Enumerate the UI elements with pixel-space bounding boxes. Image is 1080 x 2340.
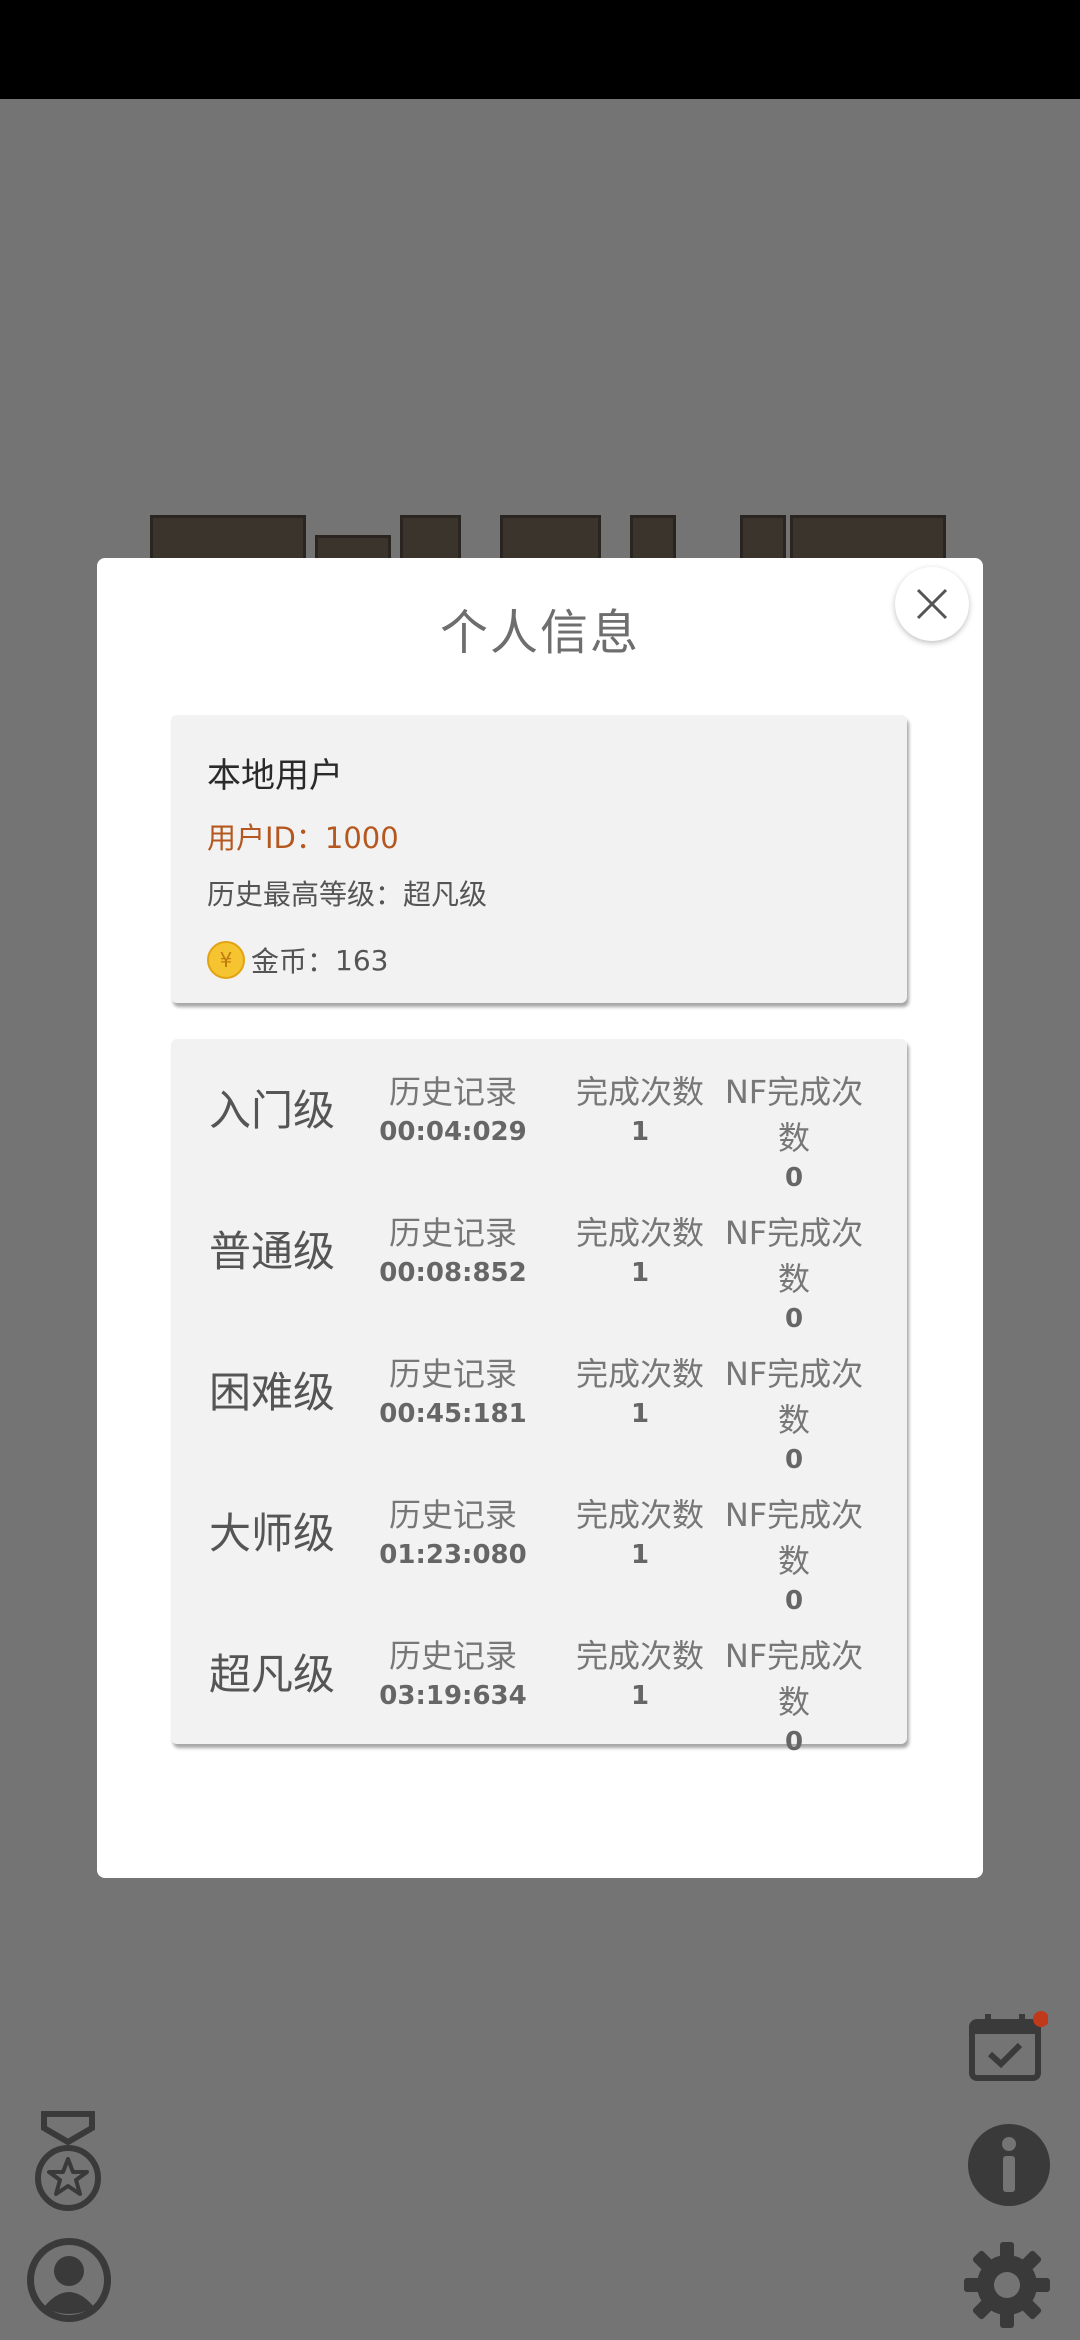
complete-label: 完成次数 (575, 1073, 704, 1111)
profile-button[interactable] (24, 2235, 114, 2329)
dialog-title: 个人信息 (439, 605, 640, 661)
close-icon (916, 588, 948, 620)
coin-icon: ¥ (207, 941, 245, 979)
record-value: 00:08:852 (379, 1258, 527, 1288)
complete-label: 完成次数 (575, 1496, 704, 1534)
record-value: 03:19:634 (379, 1681, 527, 1711)
user-id-label: 用户ID： (207, 821, 325, 855)
coins-label: 金币： (251, 945, 336, 978)
level-name: 大师级 (209, 1509, 336, 1558)
complete-value: 1 (630, 1399, 650, 1429)
record-label: 历史记录 (388, 1496, 517, 1534)
record-value: 01:23:080 (379, 1540, 527, 1570)
user-info-card: 本地用户 用户ID：1000 历史最高等级：超凡级 ¥ 金币： 163 (171, 715, 907, 1003)
record-label: 历史记录 (388, 1637, 517, 1675)
medal-icon (35, 2111, 101, 2211)
nf-complete-label: NF完成次数 (724, 1073, 864, 1157)
user-name: 本地用户 (207, 756, 343, 796)
complete-label: 完成次数 (575, 1355, 704, 1393)
nf-complete-label: NF完成次数 (724, 1214, 864, 1298)
complete-value: 1 (630, 1258, 650, 1288)
nf-complete-label: NF完成次数 (724, 1637, 864, 1721)
best-level-value: 超凡级 (403, 878, 488, 911)
profile-dialog: 个人信息 本地用户 用户ID：1000 历史最高等级：超凡级 ¥ 金币： 163 … (97, 558, 983, 1878)
status-bar (0, 0, 1080, 99)
gear-icon (964, 2242, 1050, 2328)
complete-value: 1 (630, 1117, 650, 1147)
best-level-row: 历史最高等级：超凡级 (207, 873, 487, 913)
user-icon (27, 2238, 111, 2322)
info-icon (968, 2124, 1050, 2206)
stat-row-hard: 困难级 历史记录 00:45:181 完成次数 1 NF完成次数 0 (171, 1321, 907, 1475)
record-label: 历史记录 (388, 1073, 517, 1111)
complete-value: 1 (630, 1681, 650, 1711)
coins-value: 163 (335, 943, 389, 977)
stat-row-beginner: 入门级 历史记录 00:04:029 完成次数 1 NF完成次数 0 (171, 1039, 907, 1193)
user-id-row: 用户ID：1000 (207, 815, 399, 857)
stat-row-master: 大师级 历史记录 01:23:080 完成次数 1 NF完成次数 0 (171, 1462, 907, 1616)
coins-row: ¥ 金币： 163 (207, 940, 388, 980)
complete-value: 1 (630, 1540, 650, 1570)
achievement-button[interactable] (30, 2110, 106, 2218)
complete-label: 完成次数 (575, 1637, 704, 1675)
nf-complete-label: NF完成次数 (724, 1496, 864, 1580)
level-name: 困难级 (209, 1368, 336, 1417)
record-value: 00:45:181 (379, 1399, 527, 1429)
stat-row-normal: 普通级 历史记录 00:08:852 完成次数 1 NF完成次数 0 (171, 1180, 907, 1334)
complete-label: 完成次数 (575, 1214, 704, 1252)
checkin-button[interactable] (966, 2008, 1049, 2092)
nf-complete-label: NF完成次数 (724, 1355, 864, 1439)
info-button[interactable] (966, 2122, 1052, 2212)
close-button[interactable] (895, 567, 969, 641)
settings-button[interactable] (962, 2240, 1052, 2334)
best-level-label: 历史最高等级： (207, 878, 404, 911)
stats-card: 入门级 历史记录 00:04:029 完成次数 1 NF完成次数 0 普通级 历史记录… (171, 1039, 907, 1757)
record-label: 历史记录 (388, 1355, 517, 1393)
level-name: 普通级 (209, 1227, 336, 1276)
record-label: 历史记录 (388, 1214, 517, 1252)
calendar-check-icon (969, 2011, 1049, 2081)
user-id-value: 1000 (324, 821, 399, 855)
level-name: 超凡级 (209, 1650, 336, 1699)
level-name: 入门级 (209, 1086, 336, 1135)
record-value: 00:04:029 (379, 1117, 527, 1147)
stat-row-transcendent: 超凡级 历史记录 03:19:634 完成次数 1 NF完成次数 0 (171, 1603, 907, 1757)
nf-complete-value: 0 (784, 1727, 804, 1757)
